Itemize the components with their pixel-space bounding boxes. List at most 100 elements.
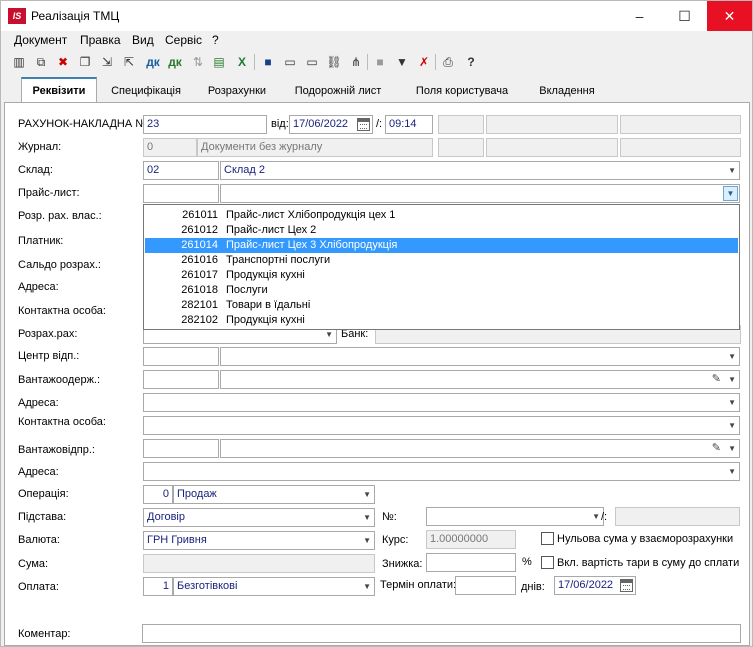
tab-settlements[interactable]: Розрахунки <box>193 81 281 102</box>
menu-view[interactable]: Вид <box>132 33 154 47</box>
date-field[interactable]: 17/06/2022 <box>289 115 373 134</box>
shipper-address-select[interactable]: ▼ <box>143 462 740 481</box>
app-window: IS Реалізація ТМЦ – ☐ ✕ Документ Правка … <box>0 0 753 647</box>
printer-icon[interactable]: ⎙ <box>439 52 457 72</box>
time-separator: /: <box>376 118 383 130</box>
menu-bar: Документ Правка Вид Сервіс ? <box>1 31 752 49</box>
list-item[interactable]: 261017 Продукція кухні <box>145 268 738 283</box>
minimize-button[interactable]: – <box>617 1 662 31</box>
number-select[interactable]: ▼ <box>426 507 604 526</box>
grid-icon[interactable]: ■ <box>371 52 389 72</box>
tab-bar: Реквізити Специфікація Розрахунки Подоро… <box>1 77 752 103</box>
pricelist-select[interactable]: ▼ <box>220 184 740 203</box>
pencil-icon[interactable]: ✎ <box>712 440 721 457</box>
time-field[interactable]: 09:14 <box>385 115 433 134</box>
delete-icon[interactable]: ✖ <box>54 52 72 72</box>
payment-label: Оплата: <box>18 581 59 593</box>
own-account-label: Розр. рах. влас.: <box>18 210 102 222</box>
book-open-icon[interactable]: ▭ <box>303 52 321 72</box>
warehouse-code-field[interactable]: 02 <box>143 161 219 180</box>
menu-help[interactable]: ? <box>212 33 219 47</box>
book-icon[interactable]: ▭ <box>281 52 299 72</box>
consignee-select[interactable]: ✎ ▼ <box>220 370 740 389</box>
list-item[interactable]: 282101 Товари в їдальні <box>145 298 738 313</box>
menu-edit[interactable]: Правка <box>80 33 121 47</box>
list-item-selected[interactable]: 261014 Прайс-лист Цех 3 Хлібопродукція <box>145 238 738 253</box>
save-icon[interactable]: ■ <box>259 52 277 72</box>
term-field[interactable] <box>455 576 516 595</box>
operation-select[interactable]: Продаж ▼ <box>173 485 375 504</box>
chevron-down-icon[interactable]: ▼ <box>728 394 736 411</box>
filter-icon[interactable]: ▼ <box>393 52 411 72</box>
list-item[interactable]: 282102 Продукція кухні <box>145 313 738 328</box>
tare-checkbox[interactable] <box>541 556 554 569</box>
export-icon[interactable]: ⇱ <box>120 52 138 72</box>
zero-sum-checkbox[interactable] <box>541 532 554 545</box>
discount-field[interactable] <box>426 553 516 572</box>
chevron-down-icon[interactable]: ▼ <box>363 578 371 595</box>
dk-icon[interactable]: дк <box>144 52 162 72</box>
shipper-select[interactable]: ✎ ▼ <box>220 439 740 458</box>
term-date-field[interactable]: 17/06/2022 <box>554 576 636 595</box>
comment-field[interactable] <box>142 624 741 643</box>
calendar-icon[interactable] <box>620 579 633 592</box>
invoice-number-field[interactable]: 23 <box>143 115 267 134</box>
tab-attachments[interactable]: Вкладення <box>529 81 605 102</box>
tare-label: Вкл. вартість тари в суму до сплати <box>557 557 740 569</box>
maximize-button[interactable]: ☐ <box>662 1 707 31</box>
list-item[interactable]: 261016 Транспортні послуги <box>145 253 738 268</box>
pencil-icon[interactable]: ✎ <box>712 371 721 388</box>
warehouse-select[interactable]: Склад 2 ▼ <box>220 161 740 180</box>
duplicate-icon[interactable]: ❐ <box>76 52 94 72</box>
tab-waybill[interactable]: Подорожній лист <box>283 81 393 102</box>
close-button[interactable]: ✕ <box>707 1 752 31</box>
chevron-down-icon[interactable]: ▼ <box>363 532 371 549</box>
chevron-down-icon[interactable]: ▼ <box>728 348 736 365</box>
chevron-down-icon[interactable]: ▼ <box>728 162 736 179</box>
calendar-icon[interactable] <box>357 118 370 131</box>
new-doc-icon[interactable]: ▥ <box>10 52 28 72</box>
tree-icon[interactable]: ⋔ <box>347 52 365 72</box>
list-item[interactable]: 261011 Прайс-лист Хлібопродукція цех 1 <box>145 208 738 223</box>
journal-code-field: 0 <box>143 138 197 157</box>
tab-specification[interactable]: Специфікація <box>101 81 191 102</box>
chevron-down-icon[interactable]: ▼ <box>592 508 600 525</box>
address-label: Адреса: <box>18 281 59 293</box>
list-item[interactable]: 261012 Прайс-лист Цех 2 <box>145 223 738 238</box>
shipper-code-field[interactable] <box>143 439 219 458</box>
title-bar[interactable]: IS Реалізація ТМЦ – ☐ ✕ <box>1 1 752 31</box>
menu-service[interactable]: Сервіс <box>165 33 202 47</box>
chevron-down-icon[interactable]: ▼ <box>363 486 371 503</box>
payment-select[interactable]: Безготівкові ▼ <box>173 577 375 596</box>
list-item[interactable]: 261018 Послуги <box>145 283 738 298</box>
chevron-down-icon[interactable]: ▼ <box>728 440 736 457</box>
center-select[interactable]: ▼ <box>220 347 740 366</box>
copy-icon[interactable]: ⧉ <box>32 52 50 72</box>
tab-details[interactable]: Реквізити <box>21 77 97 103</box>
currency-select[interactable]: ГРН Гривня ▼ <box>143 531 375 550</box>
chevron-down-icon[interactable]: ▼ <box>728 371 736 388</box>
tab-user-fields[interactable]: Поля користувача <box>397 81 527 102</box>
discount-label: Знижка: <box>382 558 423 570</box>
dk-alt-icon[interactable]: дк <box>166 52 184 72</box>
transfer-icon[interactable]: ⇅ <box>189 52 207 72</box>
consignee-contact-select[interactable]: ▼ <box>143 416 740 435</box>
center-code-field[interactable] <box>143 347 219 366</box>
chevron-down-icon[interactable]: ▼ <box>728 463 736 480</box>
consignee-address-select[interactable]: ▼ <box>143 393 740 412</box>
filter-clear-icon[interactable]: ✗ <box>415 52 433 72</box>
menu-document[interactable]: Документ <box>14 33 67 47</box>
operation-code-field[interactable]: 0 <box>143 485 173 504</box>
chevron-down-icon[interactable]: ▼ <box>728 417 736 434</box>
import-icon[interactable]: ⇲ <box>98 52 116 72</box>
pricelist-code-field[interactable] <box>143 184 219 203</box>
print-preview-icon[interactable]: ▤ <box>210 52 228 72</box>
link-icon[interactable]: ⛓ <box>325 52 343 72</box>
payment-code-field[interactable]: 1 <box>143 577 173 596</box>
export-excel-icon[interactable]: X <box>233 52 251 72</box>
chevron-down-icon[interactable]: ▼ <box>723 186 738 201</box>
basis-select[interactable]: Договір ▼ <box>143 508 375 527</box>
consignee-code-field[interactable] <box>143 370 219 389</box>
chevron-down-icon[interactable]: ▼ <box>363 509 371 526</box>
help-icon[interactable]: ? <box>462 52 480 72</box>
